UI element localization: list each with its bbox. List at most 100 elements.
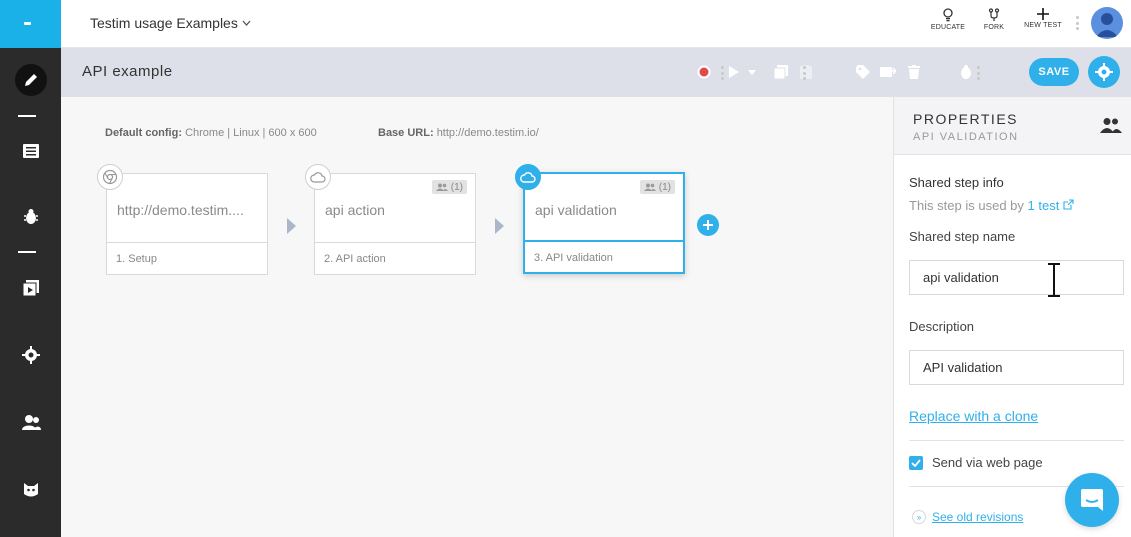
gear-icon xyxy=(1095,63,1113,81)
tag-button[interactable] xyxy=(854,63,872,81)
used-by-link[interactable]: 1 test xyxy=(1028,198,1060,213)
cloud-icon xyxy=(305,164,331,190)
move-button[interactable] xyxy=(879,63,897,81)
bug-icon xyxy=(961,65,971,79)
shared-step-name-field[interactable]: api validation xyxy=(909,260,1124,295)
fork-icon xyxy=(988,8,1000,21)
suite-play-icon xyxy=(22,280,39,296)
description-label: Description xyxy=(909,319,975,334)
avatar[interactable] xyxy=(1091,7,1123,39)
used-by-text: This step is used by 1 test xyxy=(909,198,1074,213)
project-selector[interactable]: Testim usage Examples xyxy=(90,15,251,31)
shared-step-icon xyxy=(1100,118,1122,133)
base-url-value: http://demo.testim.io/ xyxy=(436,127,539,139)
top-bar: Testim usage Examples EDUCATE FORK NEW T… xyxy=(61,0,1131,48)
rail-suites[interactable] xyxy=(0,270,61,306)
step-card-setup[interactable]: http://demo.testim.... 1. Setup xyxy=(97,164,268,275)
left-rail xyxy=(0,0,61,537)
send-via-web-page-label: Send via web page xyxy=(932,455,1043,470)
cloud-icon xyxy=(515,164,541,190)
rail-team[interactable] xyxy=(0,404,61,440)
shared-count: (1) xyxy=(450,181,463,193)
properties-title: PROPERTIES xyxy=(913,111,1018,127)
play-options-dropdown[interactable] xyxy=(747,63,757,81)
rail-bugs[interactable] xyxy=(0,199,61,235)
chat-icon xyxy=(1081,489,1103,511)
team-icon xyxy=(21,415,41,430)
step-name: http://demo.testim.... xyxy=(117,202,244,218)
send-via-web-page-toggle[interactable]: Send via web page xyxy=(909,455,1043,470)
see-old-revisions[interactable]: » See old revisions xyxy=(912,510,1023,524)
test-name[interactable]: API example xyxy=(82,63,173,80)
shared-count: (1) xyxy=(658,181,671,193)
play-icon xyxy=(729,66,739,78)
fork-label: FORK xyxy=(983,24,1005,31)
base-url-label: Base URL: xyxy=(378,127,434,139)
bug-icon xyxy=(23,209,38,224)
rail-test-list[interactable] xyxy=(0,133,61,169)
fork-button[interactable]: FORK xyxy=(971,8,1017,42)
see-old-revisions-link[interactable]: See old revisions xyxy=(932,510,1023,524)
record-button[interactable] xyxy=(695,63,713,81)
more-menu-icon[interactable] xyxy=(1076,16,1079,30)
rail-divider xyxy=(18,115,36,117)
default-config-label: Default config: xyxy=(105,127,182,139)
arrow-right-icon xyxy=(287,218,296,234)
test-canvas: Default config: Chrome | Linux | 600 x 6… xyxy=(61,97,893,537)
used-by-prefix: This step is used by xyxy=(909,198,1024,213)
test-title-bar: API example SAVE xyxy=(61,48,1131,97)
properties-subtitle: API VALIDATION xyxy=(913,131,1019,143)
clipboard-icon xyxy=(800,65,812,79)
people-icon xyxy=(643,183,656,191)
copy-button[interactable] xyxy=(772,63,790,81)
paste-button[interactable] xyxy=(797,63,815,81)
project-name: Testim usage Examples xyxy=(90,15,238,31)
shared-step-info-title: Shared step info xyxy=(909,175,1004,190)
list-icon xyxy=(22,144,39,158)
description-field[interactable]: API validation xyxy=(909,350,1124,385)
chevron-down-icon xyxy=(242,20,251,26)
people-icon xyxy=(435,183,448,191)
save-button[interactable]: SAVE xyxy=(1029,58,1079,86)
arrow-right-icon xyxy=(495,218,504,234)
step-footer: 1. Setup xyxy=(107,242,267,274)
gear-icon xyxy=(21,346,40,364)
mascot-icon xyxy=(23,483,38,497)
plus-icon xyxy=(703,220,713,230)
properties-panel: PROPERTIES API VALIDATION Shared step in… xyxy=(893,97,1131,537)
plus-icon xyxy=(1037,8,1049,20)
rail-settings[interactable] xyxy=(0,337,61,373)
educate-button[interactable]: EDUCATE xyxy=(925,8,971,42)
step-card-api-action[interactable]: (1) api action 2. API action xyxy=(305,164,476,275)
app-logo[interactable] xyxy=(0,0,61,48)
default-config[interactable]: Default config: Chrome | Linux | 600 x 6… xyxy=(105,127,317,139)
delete-button[interactable] xyxy=(905,63,923,81)
chat-support-button[interactable] xyxy=(1065,473,1119,527)
add-step-button[interactable] xyxy=(697,214,719,236)
external-link-icon[interactable] xyxy=(1063,199,1074,210)
app-root: Testim usage Examples EDUCATE FORK NEW T… xyxy=(0,0,1131,537)
checkbox-checked-icon[interactable] xyxy=(909,455,923,470)
shared-step-name-label: Shared step name xyxy=(909,229,1016,244)
debug-button[interactable] xyxy=(957,63,975,81)
double-chevron-right-icon: » xyxy=(912,510,926,524)
properties-toggle-button[interactable] xyxy=(1088,56,1120,88)
toolbar-separator-icon xyxy=(977,66,980,80)
base-url[interactable]: Base URL: http://demo.testim.io/ xyxy=(378,127,539,139)
rail-divider xyxy=(18,251,36,253)
move-icon xyxy=(880,67,896,77)
chrome-icon xyxy=(97,164,123,190)
step-footer: 3. API validation xyxy=(525,240,683,272)
rail-editor[interactable] xyxy=(0,62,61,98)
rail-account[interactable] xyxy=(0,472,61,508)
shared-step-badge: (1) xyxy=(431,180,467,194)
new-test-button[interactable]: NEW TEST xyxy=(1020,8,1066,42)
new-test-label: NEW TEST xyxy=(1024,22,1062,29)
step-name: api validation xyxy=(535,202,617,218)
tag-icon xyxy=(856,65,870,79)
properties-header: PROPERTIES API VALIDATION xyxy=(894,97,1131,155)
step-card-api-validation[interactable]: (1) api validation 3. API validation xyxy=(515,164,685,274)
play-button[interactable] xyxy=(725,63,743,81)
replace-with-clone-link[interactable]: Replace with a clone xyxy=(909,408,1038,424)
toolbar-separator-icon xyxy=(721,66,724,80)
